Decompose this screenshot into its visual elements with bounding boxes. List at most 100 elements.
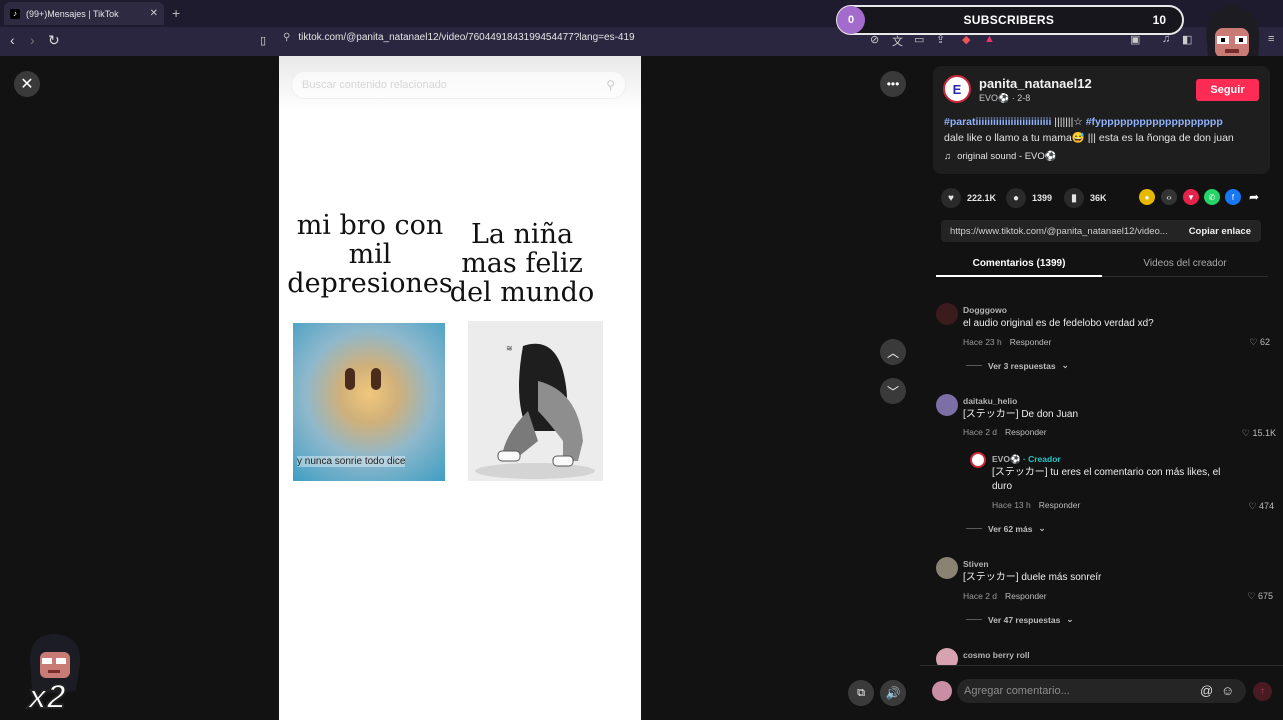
more-options-button[interactable]: ••• xyxy=(880,71,906,97)
author-name[interactable]: panita_natanael12 xyxy=(979,76,1092,91)
like-count: 222.1K xyxy=(967,193,997,203)
whatsapp-icon[interactable]: ✆ xyxy=(1204,189,1220,205)
multiplier-badge: x2 xyxy=(27,677,67,717)
picture-in-picture-button[interactable]: ⧉ xyxy=(848,680,874,706)
facebook-icon[interactable]: f xyxy=(1225,189,1241,205)
view-replies-label: Ver 47 respuestas xyxy=(988,614,1061,625)
address-bar[interactable]: ⚲ tiktok.com/@panita_natanael12/video/76… xyxy=(283,32,635,43)
comment-like-count[interactable]: ♡ 62 xyxy=(1226,337,1270,348)
tab-creator-videos[interactable]: Videos del creador xyxy=(1102,258,1268,269)
split-view-icon[interactable]: ◧ xyxy=(1182,33,1192,46)
video-player[interactable]: Buscar contenido relacionado ⚲ mi bro co… xyxy=(279,56,641,720)
view-replies-button[interactable]: Ver 47 respuestas ⌄ xyxy=(966,614,1073,625)
meme-text-right: La niña mas feliz del mundo xyxy=(449,219,595,308)
avatar[interactable] xyxy=(936,394,958,416)
translate-icon[interactable]: 文 xyxy=(892,33,903,49)
new-tab-button[interactable]: + xyxy=(172,5,180,21)
previous-video-button[interactable]: ︿ xyxy=(880,339,906,365)
subscriber-label: SUBSCRIBERS xyxy=(963,13,1055,27)
comment-user[interactable]: daitaku_helio xyxy=(963,396,1017,406)
comment-meta: Hace 2 d Responder xyxy=(963,427,1047,437)
image-eye xyxy=(371,368,381,390)
post-description: #paratiiiiiiiiiiiiiiiiiiiiiiiiii |||||||… xyxy=(944,116,1223,128)
comment-text: [ステッカー] De don Juan xyxy=(963,409,1079,420)
comment-meta: Hace 2 d Responder xyxy=(963,591,1047,601)
back-icon[interactable]: ‹ xyxy=(10,32,15,48)
reply-button[interactable]: Responder xyxy=(1010,337,1052,347)
view-replies-label: Ver 62 más xyxy=(988,523,1033,534)
add-comment-input[interactable]: Agregar comentario... @ ☺ xyxy=(957,679,1246,703)
subscriber-goal: 10 xyxy=(1152,13,1166,27)
avatar[interactable] xyxy=(936,303,958,325)
tab-close-icon[interactable]: ✕ xyxy=(150,8,158,19)
emoji-icon[interactable]: ☺ xyxy=(1221,683,1234,698)
view-replies-button[interactable]: Ver 62 más ⌄ xyxy=(966,523,1046,534)
copy-link-box: https://www.tiktok.com/@panita_natanael1… xyxy=(941,220,1261,242)
author-avatar[interactable]: E xyxy=(943,75,971,103)
panel-tabs: Comentarios (1399) Videos del creador xyxy=(936,252,1268,277)
coin-icon[interactable]: ● xyxy=(1139,189,1155,205)
add-comment-placeholder: Agregar comentario... xyxy=(964,685,1070,697)
bookmark-icon[interactable]: ▯ xyxy=(260,34,266,47)
share-arrow-icon[interactable]: ➦ xyxy=(1246,189,1262,205)
search-placeholder: Buscar contenido relacionado xyxy=(302,79,447,91)
video-link: https://www.tiktok.com/@panita_natanael1… xyxy=(950,225,1168,237)
comment-user[interactable]: EVO⚽ · Creador xyxy=(992,454,1061,465)
browser-tab[interactable]: ♪ (99+)Mensajes | TikTok ✕ xyxy=(4,2,164,25)
chevron-down-icon: ⌄ xyxy=(1038,523,1046,533)
save-button[interactable]: ▮ 36K xyxy=(1064,188,1107,208)
comment-text: [ステッカー] tu eres el comentario con más li… xyxy=(992,467,1221,492)
copy-link-button[interactable]: Copiar enlace xyxy=(1189,226,1251,237)
comment-count: 1399 xyxy=(1032,193,1053,203)
comment-like-count[interactable]: ♡ 474 xyxy=(1230,501,1274,512)
hashtag-link[interactable]: #paratiiiiiiiiiiiiiiiiiiiiiiiiii xyxy=(944,116,1051,128)
send-comment-button[interactable]: ↑ xyxy=(1253,682,1272,701)
bookmark-icon: ▮ xyxy=(1064,188,1084,208)
site-info-icon[interactable]: ⚲ xyxy=(283,32,290,43)
avatar[interactable] xyxy=(970,452,986,468)
comment-user[interactable]: cosmo berry roll xyxy=(963,650,1030,660)
chevron-down-icon: ⌄ xyxy=(1061,360,1069,370)
comment-user[interactable]: Dogggowo xyxy=(963,305,1007,315)
tab-comments[interactable]: Comentarios (1399) xyxy=(936,258,1102,269)
hashtag-link[interactable]: #fyppppppppppppppppppp xyxy=(1086,116,1223,128)
menu-icon[interactable]: ≡ xyxy=(1268,33,1274,45)
like-number: 15.1K xyxy=(1252,428,1276,438)
comment-user[interactable]: Stiven xyxy=(963,559,989,569)
reply-button[interactable]: Responder xyxy=(1005,427,1047,437)
reply-button[interactable]: Responder xyxy=(1005,591,1047,601)
repost-icon[interactable]: ▼ xyxy=(1183,189,1199,205)
comment-like-count[interactable]: ♡ 675 xyxy=(1229,591,1273,602)
avatar[interactable] xyxy=(936,557,958,579)
comment-time: Hace 2 d xyxy=(963,427,998,437)
related-search-input[interactable]: Buscar contenido relacionado ⚲ xyxy=(291,71,626,99)
comment-button[interactable]: ● 1399 xyxy=(1006,188,1052,208)
comment-time: Hace 23 h xyxy=(963,337,1002,347)
comment-time: Hace 2 d xyxy=(963,591,998,601)
image-eye xyxy=(345,368,355,390)
mention-icon[interactable]: @ xyxy=(1200,683,1213,698)
comment-like-count[interactable]: ♡ 15.1K xyxy=(1232,428,1276,439)
creator-reply-user: EVO⚽ xyxy=(992,454,1021,464)
svg-text:≋: ≋ xyxy=(506,344,513,353)
reply-button[interactable]: Responder xyxy=(1039,500,1081,510)
post-description-line2: dale like o llamo a tu mama😅 ||| esta es… xyxy=(944,132,1234,144)
view-replies-button[interactable]: Ver 3 respuestas ⌄ xyxy=(966,360,1069,371)
forward-icon[interactable]: › xyxy=(30,32,35,48)
like-number: 62 xyxy=(1259,337,1270,347)
sound-link[interactable]: ♫ original sound - EVO⚽ xyxy=(944,151,1057,162)
embed-icon[interactable]: ‹› xyxy=(1161,189,1177,205)
volume-button[interactable]: 🔊 xyxy=(880,680,906,706)
creator-badge: · Creador xyxy=(1022,454,1061,464)
image-caption: y nunca sonrie todo dice xyxy=(297,456,406,467)
search-icon[interactable]: ⚲ xyxy=(606,78,615,92)
tiktok-favicon-icon: ♪ xyxy=(10,8,20,19)
chevron-down-icon: ⌄ xyxy=(1066,614,1074,624)
reload-icon[interactable]: ↻ xyxy=(48,32,60,49)
like-button[interactable]: ♥ 222.1K xyxy=(941,188,996,208)
close-video-button[interactable]: ✕ xyxy=(14,71,40,97)
follow-button[interactable]: Seguir xyxy=(1196,79,1259,101)
next-video-button[interactable]: ﹀ xyxy=(880,378,906,404)
music-note-icon: ♫ xyxy=(944,151,952,162)
divider xyxy=(966,619,982,620)
